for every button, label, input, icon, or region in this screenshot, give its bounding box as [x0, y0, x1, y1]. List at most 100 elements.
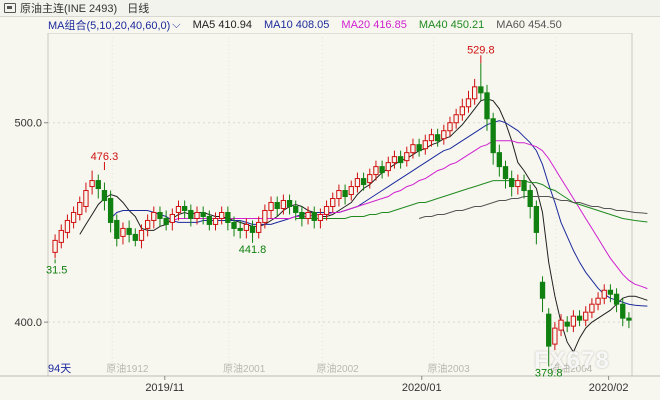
candle[interactable]: [138, 224, 145, 249]
candle[interactable]: [311, 206, 317, 229]
bottom-left-label: 94天: [48, 363, 71, 375]
candle[interactable]: [64, 214, 71, 239]
candle[interactable]: [502, 160, 509, 189]
candle[interactable]: [330, 192, 336, 213]
candle[interactable]: [515, 174, 521, 195]
candle[interactable]: [336, 184, 342, 207]
ma-line-ma20: [172, 140, 648, 290]
candle[interactable]: [576, 310, 583, 327]
candle[interactable]: [151, 206, 157, 229]
candle[interactable]: [626, 312, 632, 329]
candle[interactable]: [422, 134, 428, 155]
ma-legend-bar: MA组合(5,10,20,40,60,0) ⌵ MA5 410.94 MA10 …: [0, 17, 660, 33]
candle[interactable]: [509, 170, 515, 197]
candle[interactable]: [595, 292, 601, 311]
candle[interactable]: [52, 234, 58, 259]
candle[interactable]: [348, 180, 354, 201]
ma5-value: MA5 410.94: [192, 19, 252, 31]
candle[interactable]: [453, 108, 459, 129]
candle[interactable]: [206, 210, 212, 231]
candle[interactable]: [539, 276, 546, 313]
candle[interactable]: [126, 220, 132, 243]
contract-label: 原油2003: [427, 362, 470, 375]
candle[interactable]: [70, 206, 77, 229]
candle[interactable]: [317, 208, 324, 229]
candle[interactable]: [299, 206, 305, 227]
candle[interactable]: [231, 216, 237, 237]
candle[interactable]: [416, 138, 422, 157]
candle[interactable]: [379, 160, 385, 179]
candle[interactable]: [583, 306, 589, 327]
candle[interactable]: [114, 214, 120, 247]
candle[interactable]: [607, 284, 614, 303]
annotation-label: 529.8: [467, 44, 495, 56]
candle[interactable]: [564, 316, 570, 333]
candle[interactable]: [490, 112, 496, 165]
candle[interactable]: [175, 200, 182, 221]
candle[interactable]: [95, 174, 101, 199]
candle[interactable]: [132, 228, 138, 247]
candle[interactable]: [465, 90, 472, 113]
ma-line-ma40: [295, 180, 648, 223]
candle[interactable]: [157, 206, 163, 227]
candle[interactable]: [521, 174, 527, 199]
candle[interactable]: [144, 214, 151, 237]
candle[interactable]: [354, 172, 361, 193]
candle[interactable]: [613, 288, 620, 313]
candle[interactable]: [225, 206, 231, 231]
candle[interactable]: [219, 206, 225, 225]
candle[interactable]: [447, 116, 453, 137]
candlestick-chart[interactable]: 500.0400.0原油1912 原油2001 原油2002 原油2003 原油2004…: [0, 33, 660, 400]
candle[interactable]: [441, 124, 447, 145]
candle[interactable]: [274, 196, 280, 217]
candle[interactable]: [268, 196, 274, 219]
candle[interactable]: [163, 210, 169, 231]
ma-group-button[interactable]: MA组合(5,10,20,40,60,0): [48, 17, 170, 33]
y-tick-label: 500.0: [14, 118, 42, 130]
candle[interactable]: [385, 156, 391, 177]
candle[interactable]: [200, 206, 206, 225]
candle[interactable]: [478, 63, 484, 101]
candle[interactable]: [286, 194, 293, 215]
candle[interactable]: [169, 208, 175, 231]
candle[interactable]: [249, 220, 256, 239]
candle[interactable]: [77, 196, 83, 221]
candle[interactable]: [459, 98, 465, 121]
candle[interactable]: [212, 212, 219, 231]
period-label[interactable]: 日线: [127, 0, 149, 16]
candle[interactable]: [496, 144, 502, 177]
candle[interactable]: [533, 200, 540, 245]
candle[interactable]: [83, 182, 89, 213]
ma40-value: MA40 450.21: [418, 19, 485, 31]
candle[interactable]: [120, 222, 126, 245]
candle[interactable]: [342, 184, 348, 205]
contract-label: 原油2002: [316, 362, 359, 375]
candle[interactable]: [107, 190, 114, 233]
chevron-down-icon[interactable]: ⌵: [172, 19, 180, 32]
candle[interactable]: [256, 216, 262, 239]
candle[interactable]: [404, 146, 410, 167]
candle[interactable]: [323, 200, 330, 221]
candle[interactable]: [434, 128, 441, 147]
candle[interactable]: [397, 150, 404, 169]
candle[interactable]: [89, 170, 95, 195]
candle[interactable]: [182, 200, 188, 219]
annotation-label: 476.3: [91, 151, 119, 163]
candle[interactable]: [58, 224, 64, 249]
candle[interactable]: [527, 184, 533, 219]
plot-frame: [47, 33, 633, 377]
window-title: 原油主连(INE 2493): [20, 3, 118, 15]
candle[interactable]: [570, 310, 577, 333]
candle[interactable]: [472, 78, 478, 105]
window-icon: [4, 3, 16, 13]
candle[interactable]: [101, 182, 108, 211]
ma20-value: MA20 416.85: [341, 19, 407, 31]
ma60-value: MA60 454.50: [496, 19, 562, 31]
candle[interactable]: [188, 204, 194, 227]
x-date-label: 2020/02: [589, 382, 629, 394]
x-date-label: 2019/11: [145, 382, 184, 394]
candle[interactable]: [601, 284, 607, 305]
x-date-label: 2020/01: [402, 382, 442, 394]
chart-window: 原油主连(INE 2493) 日线 MA组合(5,10,20,40,60,0) …: [0, 0, 660, 400]
candle[interactable]: [589, 298, 595, 319]
